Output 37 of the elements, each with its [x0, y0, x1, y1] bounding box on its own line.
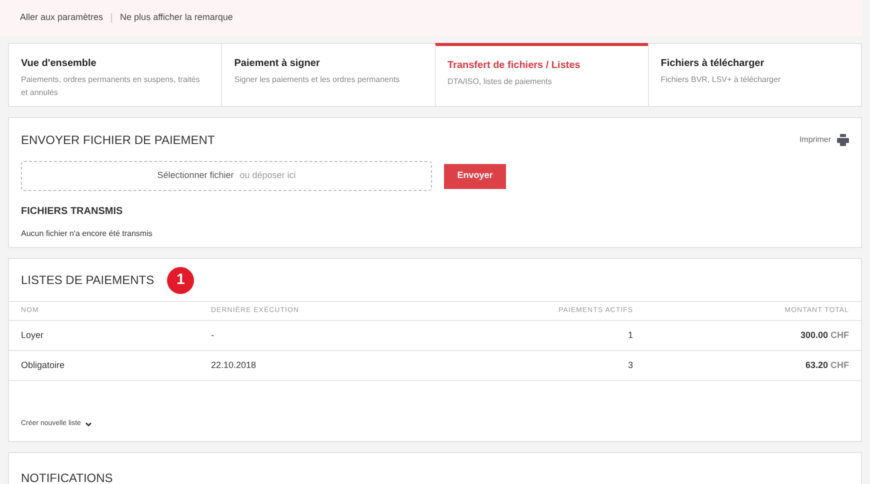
table-cell-text: 3	[626, 358, 633, 372]
tab-subtitle: Fichiers BVR, LSV+ à télécharger	[660, 74, 782, 86]
currency-label: CHF	[830, 360, 849, 370]
chevron-down-icon[interactable]	[84, 422, 92, 427]
tab-subtitle: DTA/ISO, listes de paiements	[448, 76, 553, 88]
tab-title: Transfert de fichiers / Listes	[448, 59, 582, 73]
tab-title: Paiement à signer	[234, 57, 321, 71]
tab[interactable]: Vue d'ensemble Paiements, ordres permanents en suspens, traités et annulés	[9, 44, 222, 106]
tab[interactable]: Transfert de fichiers / Listes DTA/ISO, listes de paiements	[434, 43, 648, 106]
tab-subtitle: Paiements, ordres permanents en suspens, traités et annulés	[21, 74, 201, 99]
tab-subtitle: Signer les paiements et les ordres permanents	[234, 74, 401, 86]
notice-link[interactable]: Aller aux paramètres	[20, 11, 104, 25]
file-drop-zone[interactable]: Sélectionner fichier ou déposer ici	[21, 161, 432, 191]
tab-title: Vue d'ensemble	[21, 57, 98, 71]
notice-link[interactable]: Ne plus afficher la remarque	[120, 11, 233, 25]
table-cell-text: -	[211, 328, 215, 342]
panel-title: LISTES DE PAIEMENTS	[21, 272, 154, 289]
table-cell-text: Obligatoire	[21, 358, 66, 372]
table-cell-text: 1	[626, 328, 633, 342]
drop-hint: ou déposer ici	[240, 169, 296, 182]
send-button[interactable]: Envoyer	[444, 164, 506, 188]
select-file-label: Sélectionner fichier	[157, 169, 234, 182]
currency-label: CHF	[830, 330, 849, 340]
section-title: FICHIERS TRANSMIS	[21, 205, 124, 219]
panel-title: NOTIFICATIONS	[21, 471, 113, 484]
empty-message: Aucun fichier n'a encore été transmis	[21, 228, 154, 240]
table-cell-text: 22.10.2018	[211, 358, 258, 372]
tab[interactable]: Fichiers à télécharger Fichiers BVR, LSV+ à télécharger	[648, 44, 861, 106]
tab[interactable]: Paiement à signer Signer les paiements et les ordres permanents	[221, 44, 434, 106]
amount-value: 63.20	[805, 360, 828, 370]
panel-title: ENVOYER FICHIER DE PAIEMENT	[21, 132, 215, 149]
amount-value: 300.00	[800, 330, 828, 340]
table-cell-text: Loyer	[21, 328, 45, 342]
printer-icon[interactable]	[837, 134, 849, 146]
tab-title: Fichiers à télécharger	[660, 57, 766, 71]
print-link[interactable]: Imprimer	[799, 134, 831, 146]
step-badge: 1	[167, 266, 194, 294]
